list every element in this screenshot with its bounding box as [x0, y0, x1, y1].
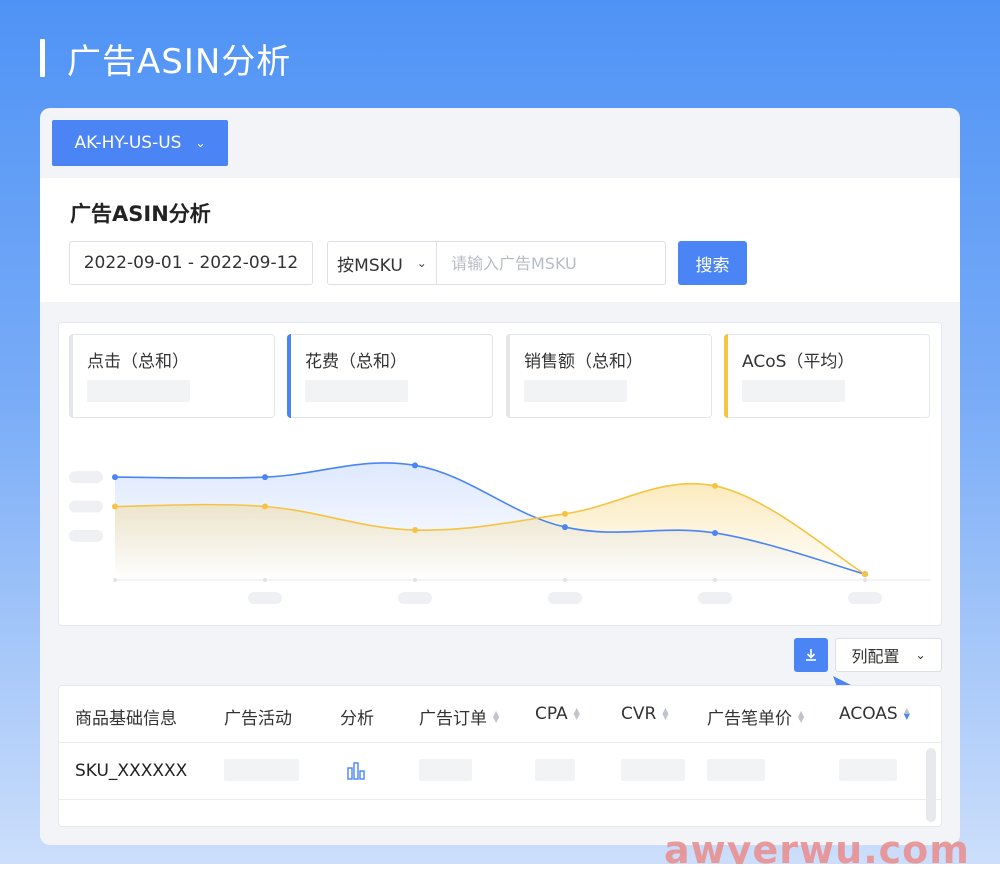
account-selector[interactable]: AK-HY-US-US ⌄	[52, 120, 228, 166]
x-tick-label	[248, 592, 282, 604]
cell-placeholder	[707, 759, 765, 781]
x-tick-label	[548, 592, 582, 604]
column-header-analysis: 分析	[340, 709, 374, 729]
cell-placeholder	[224, 759, 299, 781]
column-header-ad-orders[interactable]: 广告订单 ▲ ▼	[419, 704, 499, 729]
download-button[interactable]	[794, 638, 828, 672]
y-tick-label	[69, 471, 103, 484]
chevron-down-icon: ⌄	[416, 256, 427, 270]
sort-icon: ▲ ▼	[662, 706, 669, 721]
table-row: SKU_XXXXXX	[59, 743, 941, 800]
column-header-product: 商品基础信息	[75, 709, 177, 729]
x-tick-label	[848, 592, 882, 604]
y-tick-label	[69, 529, 103, 542]
data-point	[412, 462, 418, 469]
data-point	[112, 474, 118, 481]
sort-icon: ▲ ▼	[798, 708, 805, 724]
account-selector-label: AK-HY-US-US	[74, 133, 182, 153]
search-mode-label: 按MSKU	[337, 255, 403, 276]
msku-search-group: 按MSKU ⌄	[327, 241, 666, 285]
cell-placeholder	[535, 759, 575, 781]
chart-panel: 点击（总和） 花费（总和） 销售额（总和） ACoS（平均）	[58, 322, 942, 626]
date-range-value: 2022-09-01 - 2022-09-12	[83, 253, 299, 273]
x-tick-label	[698, 592, 732, 604]
cell-placeholder	[839, 759, 897, 781]
table-header: 商品基础信息 广告活动 分析 广告订单 ▲ ▼ CPA ▲ ▼ CVR ▲ ▼ 广告笔单价 ▲…	[59, 686, 941, 743]
cell-placeholder	[419, 759, 472, 781]
data-point	[862, 571, 868, 578]
sort-icon: ▲ ▼	[903, 706, 910, 721]
sku-cell: SKU_XXXXXX	[75, 761, 188, 781]
data-point	[412, 527, 418, 534]
data-point	[712, 482, 718, 489]
download-icon	[806, 649, 816, 661]
data-point	[562, 524, 568, 531]
page-title: 广告ASIN分析	[40, 36, 292, 82]
section-title: 广告ASIN分析	[70, 202, 211, 226]
filter-panel: 广告ASIN分析 2022-09-01 - 2022-09-12 按MSKU ⌄…	[40, 178, 960, 302]
chevron-down-icon: ⌄	[915, 648, 926, 662]
sort-icon: ▲ ▼	[493, 708, 500, 724]
bottom-strip	[0, 864, 1000, 882]
column-header-cvr[interactable]: CVR ▲ ▼	[621, 704, 668, 724]
chevron-down-icon: ⌄	[195, 136, 206, 150]
trend-chart	[69, 462, 931, 604]
title-bar-decoration	[40, 39, 45, 77]
page-title-text: 广告ASIN分析	[67, 41, 292, 82]
bar-chart-icon[interactable]	[346, 762, 366, 780]
data-point	[562, 510, 568, 517]
asin-table: 商品基础信息 广告活动 分析 广告订单 ▲ ▼ CPA ▲ ▼ CVR ▲ ▼ 广告笔单价 ▲…	[58, 685, 942, 827]
data-point	[712, 529, 718, 536]
date-range-picker[interactable]: 2022-09-01 - 2022-09-12	[69, 241, 313, 285]
column-header-unit-price[interactable]: 广告笔单价 ▲ ▼	[707, 704, 804, 729]
search-button[interactable]: 搜索	[678, 241, 747, 285]
y-tick-label	[69, 500, 103, 513]
x-tick-label	[398, 592, 432, 604]
msku-input[interactable]	[437, 242, 665, 284]
main-card: AK-HY-US-US ⌄ 广告ASIN分析 2022-09-01 - 2022…	[40, 108, 960, 845]
column-header-campaign: 广告活动	[224, 709, 292, 729]
column-header-acoas[interactable]: ACOAS ▲ ▼	[839, 704, 910, 724]
sort-icon: ▲ ▼	[573, 706, 580, 721]
column-header-cpa[interactable]: CPA ▲ ▼	[535, 704, 580, 724]
search-mode-select[interactable]: 按MSKU ⌄	[328, 242, 437, 284]
data-point	[112, 503, 118, 510]
cell-placeholder	[621, 759, 685, 781]
table-scrollbar[interactable]	[926, 748, 936, 822]
data-point	[262, 474, 268, 481]
column-config-label: 列配置	[851, 647, 900, 666]
search-button-label: 搜索	[695, 255, 730, 276]
column-config-button[interactable]: 列配置 ⌄	[835, 638, 942, 672]
data-point	[262, 503, 268, 510]
